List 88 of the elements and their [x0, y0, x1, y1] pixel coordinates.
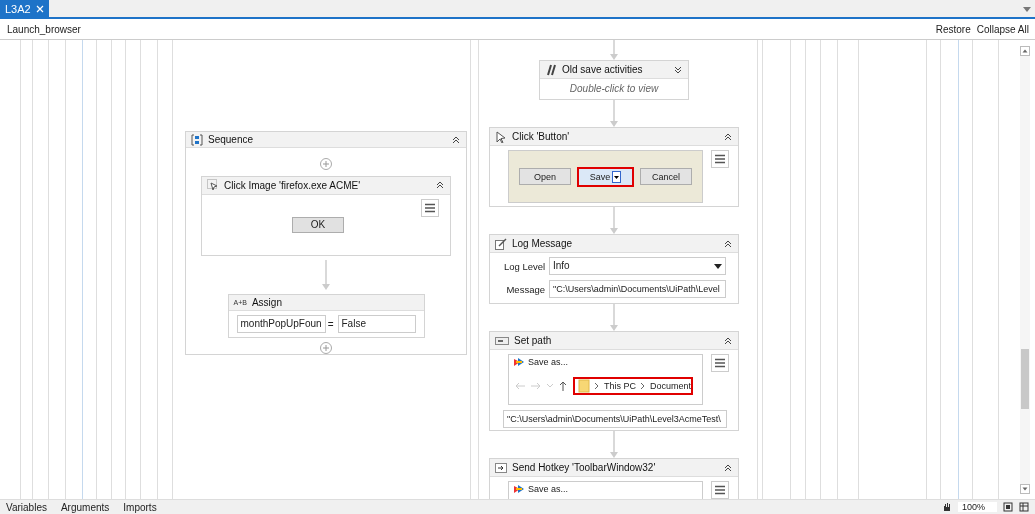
chevron-icon [641, 383, 645, 389]
ok-button: OK [292, 216, 344, 233]
input-field[interactable]: monthPopUpFoun [236, 315, 326, 333]
input-field[interactable]: "C:\Users\admin\Documents\UiPath\Level [549, 280, 726, 298]
menu-icon[interactable] [711, 354, 729, 372]
activity-title: Assign [251, 297, 283, 308]
connector-arrow [610, 207, 618, 234]
scroll-thumb[interactable] [1021, 349, 1029, 409]
window-title: Save as... [528, 357, 569, 367]
scroll-down-icon[interactable] [1020, 484, 1030, 494]
dropdown-arrow-icon [714, 263, 722, 269]
menu-icon[interactable] [421, 198, 439, 217]
activity-card[interactable]: Click Image 'firefox.exe ACME' OK [201, 176, 451, 256]
overview-icon[interactable] [1019, 502, 1029, 512]
arrow-right-icon [495, 462, 507, 473]
collapse-icon[interactable] [723, 335, 733, 346]
activity-header[interactable]: Click 'Button' [490, 128, 738, 146]
activity-title: Click Image 'firefox.exe ACME' [224, 179, 362, 191]
forward-icon [531, 382, 541, 390]
activity-header[interactable]: Click Image 'firefox.exe ACME' [202, 177, 450, 195]
breadcrumb-item: Document [650, 381, 692, 391]
dropdown[interactable]: Info [549, 257, 726, 275]
activity-title: Sequence [208, 134, 255, 145]
button-label: Open [533, 171, 556, 182]
image-cursor-icon [207, 179, 219, 192]
panel-tab[interactable]: Variables [6, 501, 47, 513]
breadcrumb-item: This PC [604, 381, 636, 391]
expand-icon[interactable] [673, 64, 683, 75]
caret-icon [612, 170, 622, 183]
panel-tab[interactable]: Imports [123, 501, 157, 513]
equals-sign: = [327, 318, 334, 330]
window-title: Save as... [528, 484, 569, 494]
activity-card[interactable]: Log Message Log Level Info Message "C:\Users\admin\Documents\UiPath\Level [489, 234, 739, 304]
cursor-icon [495, 130, 507, 143]
activity-card[interactable]: Set path Save as... This PC Document "C:\Users\admin\Documents\UiPath\Level3AcmeTest\ [489, 331, 739, 431]
activity-header[interactable]: Set path [490, 332, 738, 350]
menu-icon[interactable] [711, 481, 729, 499]
input-field[interactable]: "C:\Users\admin\Documents\UiPath\Level3AcmeTest\ [503, 410, 727, 428]
connector-arrow [610, 304, 618, 331]
activity-header[interactable]: Old save activities [540, 61, 688, 79]
collapse-icon[interactable] [723, 462, 733, 473]
hint-text: Double-click to view [568, 82, 660, 94]
collapse-icon[interactable] [435, 180, 445, 191]
activity-card[interactable]: Send Hotkey 'ToolbarWindow32' Save as... [489, 458, 739, 499]
activity-title: Old save activities [562, 64, 644, 75]
collapse-icon[interactable] [723, 238, 733, 249]
app-icon [513, 484, 525, 494]
connector-arrow [610, 431, 618, 458]
fit-icon[interactable] [1003, 502, 1013, 512]
activity-title: Set path [514, 335, 553, 346]
toolbar-link[interactable]: Restore [935, 23, 971, 35]
text-field-icon [495, 335, 509, 346]
app-icon [513, 357, 525, 367]
close-icon[interactable] [35, 4, 44, 13]
connector-arrow [610, 100, 618, 127]
activity-title: Click 'Button' [512, 131, 571, 142]
sequence-icon [191, 133, 203, 146]
dropdown-icon[interactable] [1023, 7, 1031, 12]
back-icon [515, 382, 525, 390]
caret-icon [547, 384, 553, 388]
activity-card[interactable]: Old save activities Double-click to view [539, 60, 689, 100]
folder-icon [578, 379, 590, 393]
collapse-icon[interactable] [723, 131, 733, 142]
activity-header[interactable]: Log Message [490, 235, 738, 253]
connector-arrow [322, 260, 330, 290]
zoom-field[interactable]: 100% [957, 502, 997, 512]
activity-title: Send Hotkey 'ToolbarWindow32' [512, 462, 657, 473]
up-icon [559, 381, 567, 391]
input-field[interactable]: False [337, 315, 416, 333]
activity-header[interactable]: Sequence [186, 132, 466, 148]
document-tab[interactable]: L3A2 [0, 0, 49, 17]
button-label: Cancel [652, 171, 681, 182]
breadcrumb[interactable]: Launch_browser [7, 23, 81, 35]
activity-header[interactable]: Send Hotkey 'ToolbarWindow32' [490, 459, 738, 477]
field-label: Log Level [504, 260, 545, 272]
menu-icon[interactable] [711, 150, 729, 168]
chevron-icon [595, 383, 599, 389]
activity-card[interactable]: Click 'Button' Open Save Cancel [489, 127, 739, 207]
panel-tab[interactable]: Arguments [60, 501, 110, 513]
button-label: Save [589, 171, 611, 182]
note-icon [495, 237, 507, 250]
toolbar-link[interactable]: Collapse All [976, 23, 1029, 35]
field-label: Message [505, 283, 545, 295]
collapse-icon[interactable] [451, 134, 461, 145]
hand-icon[interactable] [941, 502, 952, 512]
slash-icon [545, 63, 557, 76]
activity-title: Log Message [512, 238, 574, 249]
scroll-up-icon[interactable] [1020, 46, 1030, 56]
